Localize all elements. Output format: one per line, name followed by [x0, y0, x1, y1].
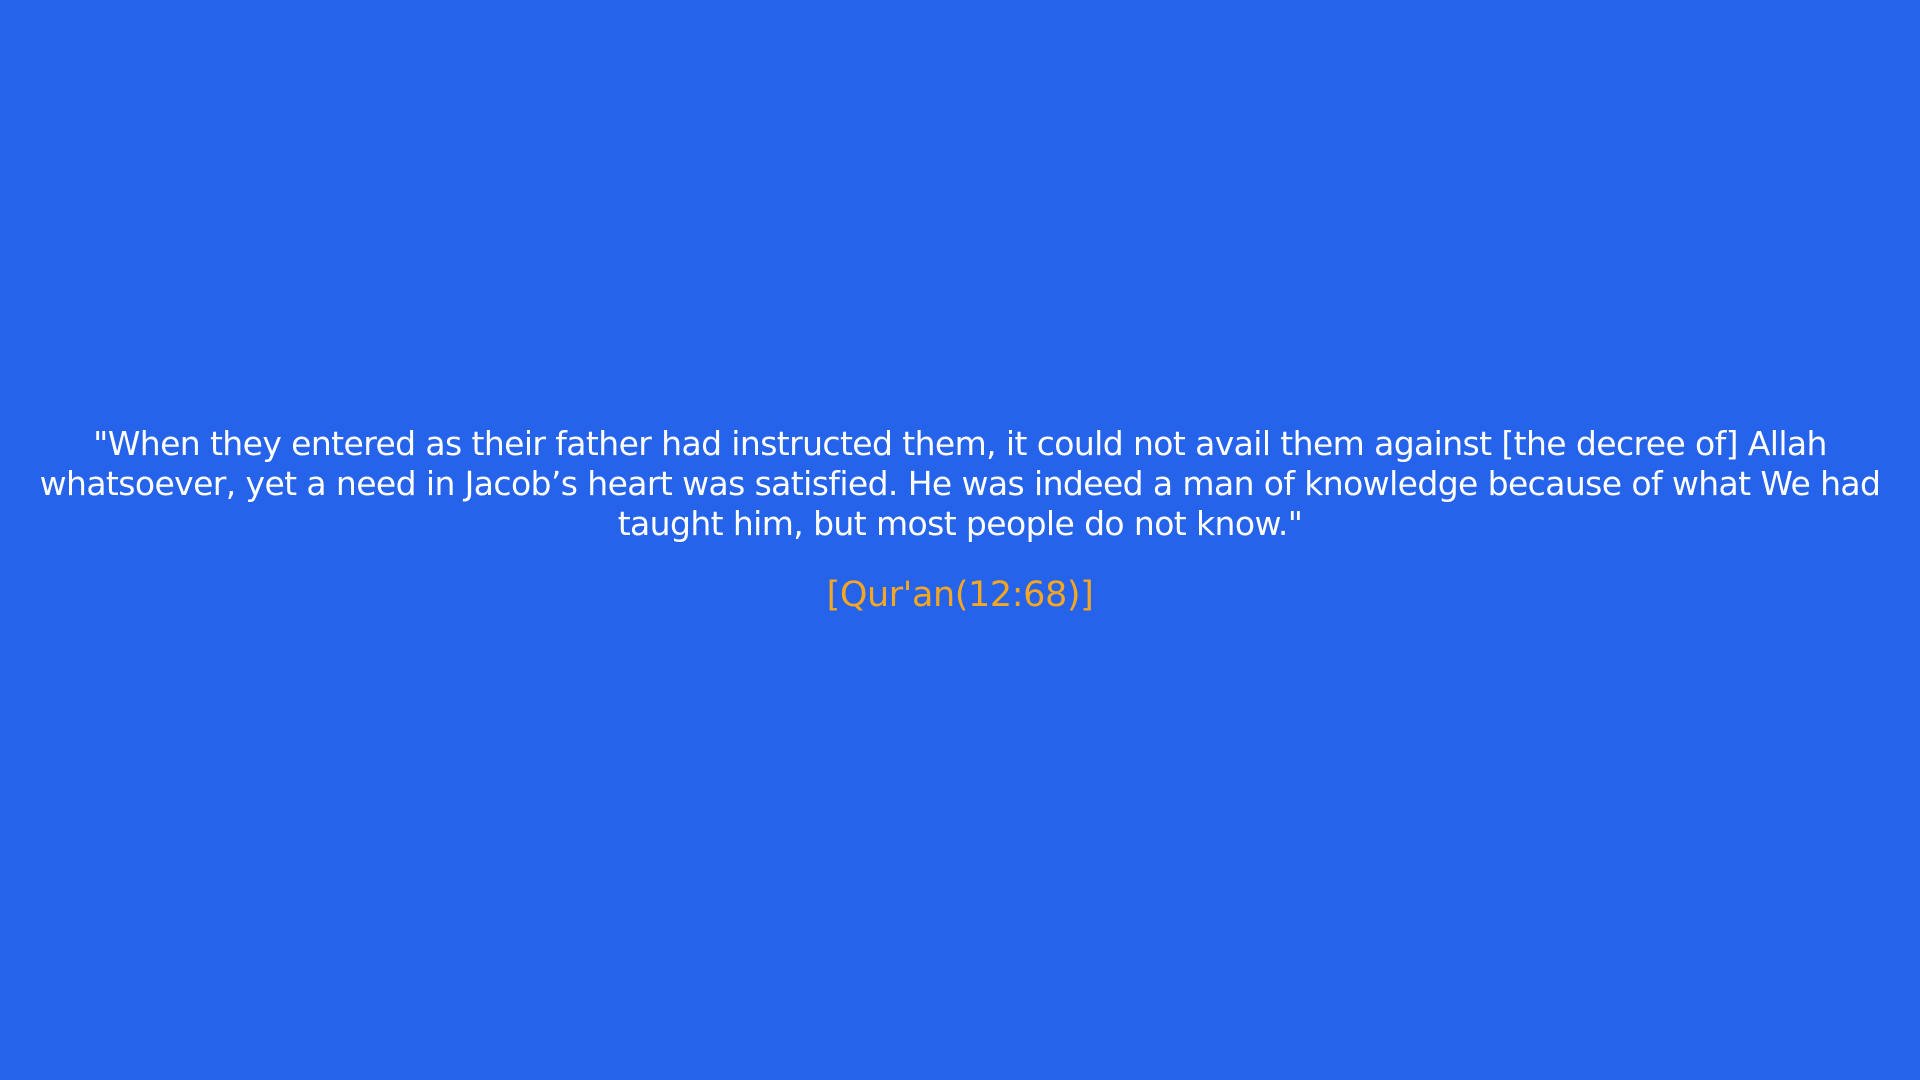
quote-citation: [Qur'an(12:68)] [826, 575, 1094, 615]
quote-block: "When they entered as their father had i… [0, 424, 1920, 616]
quote-screen: "When they entered as their father had i… [0, 0, 1920, 1080]
quote-text: "When they entered as their father had i… [39, 424, 1881, 543]
